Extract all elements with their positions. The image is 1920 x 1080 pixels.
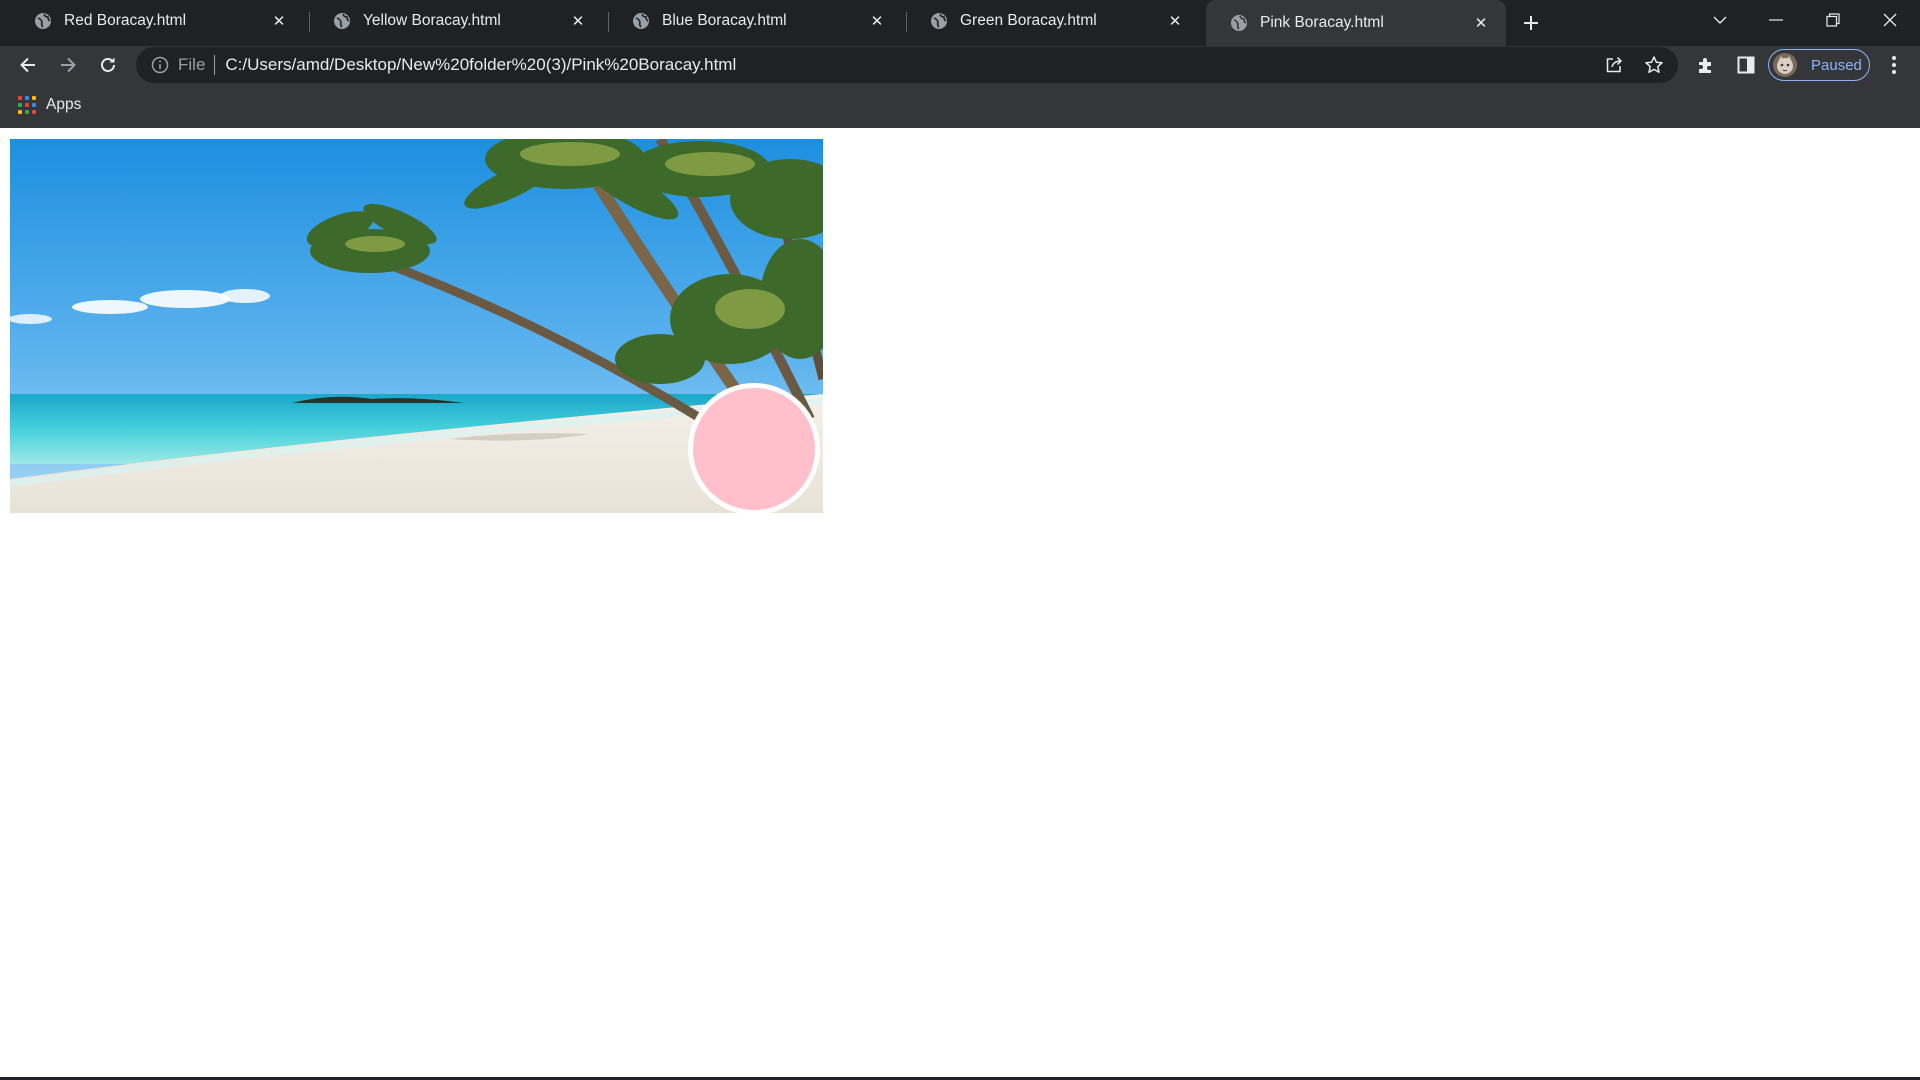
globe-icon: [35, 13, 51, 29]
plus-icon: [1524, 16, 1538, 30]
chevron-down-icon: [1713, 16, 1727, 24]
window-close-button[interactable]: [1862, 0, 1918, 40]
tab-strip: Red Boracay.html ✕ Yellow Boracay.html ✕…: [0, 0, 1920, 46]
apps-grid-icon: [18, 96, 36, 114]
minimize-icon: [1769, 19, 1783, 21]
globe-icon: [334, 13, 350, 29]
close-icon[interactable]: ✕: [866, 10, 888, 32]
new-tab-button[interactable]: [1516, 8, 1546, 38]
address-divider: [214, 55, 216, 75]
bookmark-label: Apps: [46, 96, 82, 113]
star-icon: [1645, 56, 1663, 73]
tab-red-boracay[interactable]: Red Boracay.html ✕: [10, 0, 304, 42]
close-icon[interactable]: ✕: [1164, 10, 1186, 32]
avatar: [1773, 53, 1797, 77]
browser-menu-button[interactable]: [1880, 51, 1908, 79]
close-icon[interactable]: ✕: [567, 10, 589, 32]
info-icon[interactable]: [150, 55, 170, 75]
tab-search-button[interactable]: [1692, 0, 1748, 40]
reload-button[interactable]: [92, 49, 124, 81]
tab-blue-boracay[interactable]: Blue Boracay.html ✕: [608, 0, 902, 42]
share-button[interactable]: [1602, 53, 1626, 77]
tab-pink-boracay[interactable]: Pink Boracay.html ✕: [1206, 0, 1506, 46]
forward-button[interactable]: [52, 49, 84, 81]
tab-title: Yellow Boracay.html: [363, 12, 501, 29]
kebab-menu-icon: [1892, 56, 1896, 74]
bookmark-apps[interactable]: Apps: [18, 96, 81, 114]
puzzle-icon: [1699, 58, 1711, 73]
profile-button[interactable]: Paused: [1768, 49, 1870, 81]
globe-icon: [633, 13, 649, 29]
tab-title: Green Boracay.html: [960, 12, 1097, 29]
bookmark-star-button[interactable]: [1642, 53, 1666, 77]
window-close-icon: [1883, 13, 1897, 27]
back-button[interactable]: [12, 49, 44, 81]
address-bar[interactable]: File C:/Users/amd/Desktop/New%20folder%2…: [136, 47, 1678, 83]
restore-button[interactable]: [1805, 0, 1861, 40]
tab-title: Blue Boracay.html: [662, 12, 787, 29]
forward-arrow-icon: [61, 57, 76, 73]
side-panel-button[interactable]: [1732, 51, 1760, 79]
side-panel-icon: [1737, 56, 1755, 74]
extensions-button[interactable]: [1692, 51, 1720, 79]
minimize-button[interactable]: [1748, 0, 1804, 40]
tab-title: Red Boracay.html: [64, 12, 187, 29]
tab-green-boracay[interactable]: Green Boracay.html ✕: [906, 0, 1200, 42]
browser-toolbar: File C:/Users/amd/Desktop/New%20folder%2…: [0, 46, 1920, 84]
share-icon: [1606, 56, 1623, 73]
tab-yellow-boracay[interactable]: Yellow Boracay.html ✕: [309, 0, 603, 42]
reload-icon: [101, 57, 115, 72]
globe-icon: [1231, 15, 1247, 31]
pink-circle: [688, 383, 820, 515]
close-icon[interactable]: ✕: [268, 10, 290, 32]
globe-icon: [931, 13, 947, 29]
restore-icon: [1826, 13, 1840, 27]
close-icon[interactable]: ✕: [1470, 12, 1492, 34]
bookmarks-bar: Apps: [0, 84, 1920, 128]
url-text[interactable]: C:/Users/amd/Desktop/New%20folder%20(3)/…: [225, 55, 736, 75]
profile-status: Paused: [1811, 56, 1862, 74]
back-arrow-icon: [20, 57, 35, 73]
scheme-label: File: [178, 55, 206, 74]
tab-title: Pink Boracay.html: [1260, 14, 1384, 31]
